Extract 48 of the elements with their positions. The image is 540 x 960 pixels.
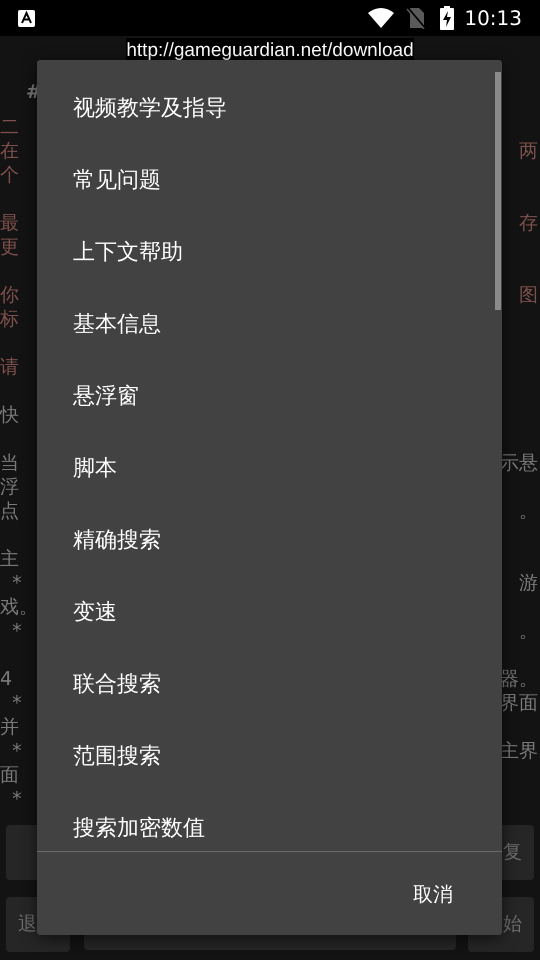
menu-item[interactable]: 范围搜索 (37, 720, 502, 792)
body-text: * (11, 571, 22, 595)
menu-item[interactable]: 精确搜索 (37, 504, 502, 576)
body-text: 标 (0, 307, 19, 331)
body-text: 器。 (500, 667, 539, 691)
body-text: 请 (0, 355, 19, 379)
cancel-button[interactable]: 取消 (409, 872, 457, 914)
body-text: 示悬 (500, 451, 539, 475)
body-text: 更 (0, 235, 19, 259)
body-text: 存 (519, 211, 539, 235)
body-text: 。 (519, 499, 539, 523)
battery-charging-icon (440, 6, 454, 30)
body-text: 主界 (500, 739, 539, 763)
wifi-icon (368, 8, 394, 28)
no-sim-icon (406, 7, 426, 29)
menu-item[interactable]: 变速 (37, 576, 502, 648)
body-text: 。 (519, 619, 539, 643)
status-time: 10:13 (464, 5, 522, 32)
body-text: * (11, 619, 22, 643)
body-text: 当 (0, 451, 19, 475)
notification-icon (18, 10, 35, 26)
body-text: * (11, 691, 22, 715)
body-text: 图 (519, 283, 539, 307)
body-text: 4 (0, 667, 12, 691)
body-text: 浮 (0, 475, 19, 499)
body-text: * (11, 787, 22, 811)
menu-item[interactable]: 视频教学及指导 (37, 72, 502, 144)
body-text: 二 (0, 115, 19, 139)
body-text: 个 (0, 163, 19, 187)
body-text: 戏。 (0, 595, 38, 619)
menu-item[interactable]: 联合搜索 (37, 648, 502, 720)
body-text: 最 (0, 211, 19, 235)
body-text: 你 (0, 283, 19, 307)
menu-item[interactable]: 上下文帮助 (37, 216, 502, 288)
body-text: 在 (0, 139, 19, 163)
body-text: 点 (0, 499, 19, 523)
body-text: 游 (519, 571, 539, 595)
body-text: 两 (519, 139, 539, 163)
body-text: 界面 (500, 691, 539, 715)
menu-item[interactable]: 基本信息 (37, 288, 502, 360)
body-text: 面 (0, 763, 19, 787)
menu-item[interactable]: 悬浮窗 (37, 360, 502, 432)
body-text: 主 (0, 547, 19, 571)
menu-item[interactable]: 脚本 (37, 432, 502, 504)
menu-item[interactable]: 搜索加密数值 (37, 792, 502, 851)
body-text: * (11, 739, 22, 763)
menu-item[interactable]: 常见问题 (37, 144, 502, 216)
body-text: 并 (0, 715, 19, 739)
